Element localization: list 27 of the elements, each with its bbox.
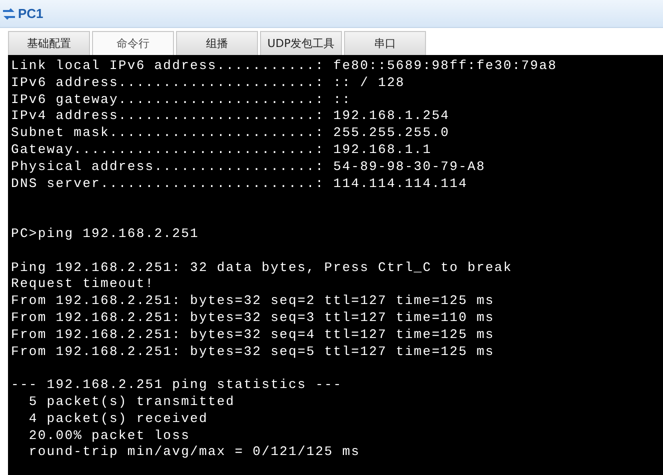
window-title: PC1 <box>18 6 44 21</box>
terminal-line: From 192.168.2.251: bytes=32 seq=5 ttl=127 time=125 ms <box>11 344 494 360</box>
terminal-line: 5 packet(s) transmitted <box>28 394 235 411</box>
terminal-line: IPv6 address......................: :: / 128 <box>11 74 405 92</box>
terminal-line: 4 packet(s) received <box>28 410 208 428</box>
terminal-line: DNS server........................: 114.114.114.114 <box>11 176 468 192</box>
terminal-line: Physical address..................: 54-89-98-30-79-A8 <box>11 158 486 176</box>
terminal-line: Gateway...........................: 192.168.1.1 <box>11 142 432 159</box>
terminal-line: 20.00% packet loss <box>28 428 190 444</box>
tab[interactable]: 基础配置 <box>8 31 90 55</box>
terminal-line: IPv4 address......................: 192.168.1.254 <box>11 108 450 126</box>
terminal-line: Link local IPv6 address...........: fe80::5689:98ff:fe30:79a8 <box>11 58 558 75</box>
terminal-line: --- 192.168.2.251 ping statistics --- <box>11 377 342 394</box>
terminal-line: IPv6 gateway......................: :: <box>11 92 352 108</box>
tab[interactable]: 命令行 <box>92 31 174 55</box>
terminal-line: Ping 192.168.2.251: 32 data bytes, Press Ctrl_C to break <box>11 260 512 276</box>
tab[interactable]: 串口 <box>344 31 426 55</box>
terminal-line: From 192.168.2.251: bytes=32 seq=3 ttl=127 time=110 ms <box>11 310 494 327</box>
tab[interactable]: 组播 <box>176 31 258 55</box>
terminal-line: From 192.168.2.251: bytes=32 seq=2 ttl=127 time=125 ms <box>11 293 494 310</box>
terminal-line: Subnet mask.......................: 255.255.255.0 <box>11 125 450 142</box>
tab[interactable]: UDP发包工具 <box>260 31 342 55</box>
terminal-line: PC>ping 192.168.2.251 <box>11 226 199 243</box>
terminal-line: From 192.168.2.251: bytes=32 seq=4 ttl=127 time=125 ms <box>11 326 494 344</box>
network-icon <box>2 6 16 20</box>
terminal-line: Request timeout! <box>11 276 154 294</box>
terminal-line: round-trip min/avg/max = 0/121/125 ms <box>28 444 360 462</box>
